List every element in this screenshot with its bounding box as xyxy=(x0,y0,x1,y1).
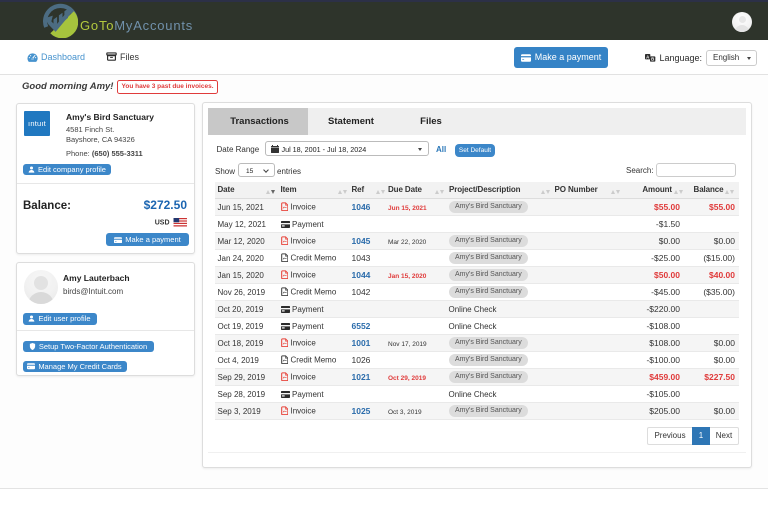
svg-text:B: B xyxy=(651,57,654,62)
